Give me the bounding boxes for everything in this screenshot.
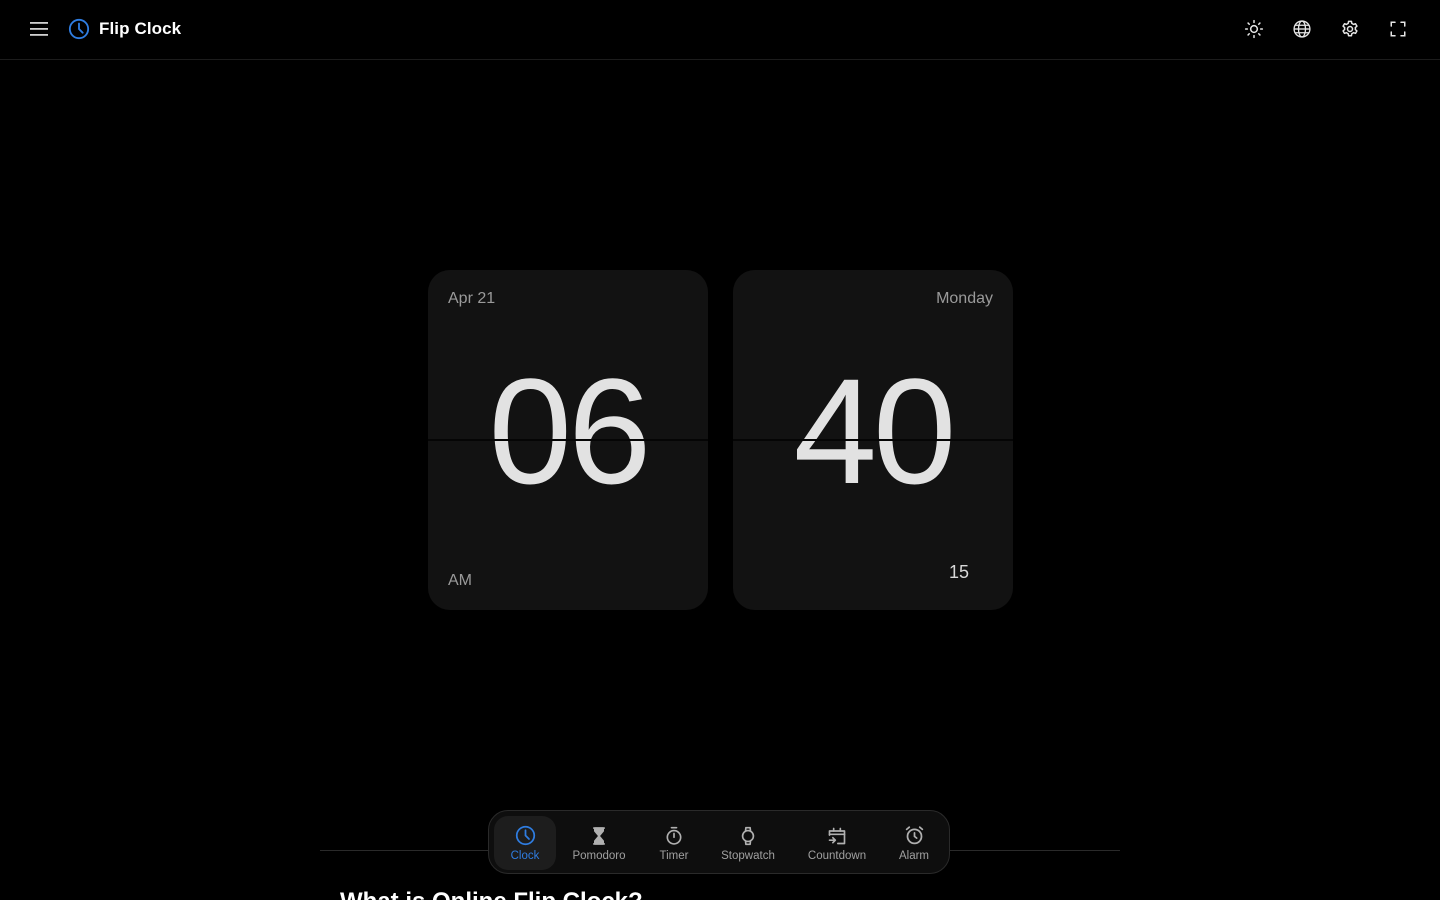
globe-icon [1293,20,1311,38]
fullscreen-icon [1390,21,1406,37]
dock-item-stopwatch[interactable]: Stopwatch [716,816,780,870]
dock-item-clock[interactable]: Clock [494,816,556,870]
gear-icon [1342,20,1358,37]
timer-icon [666,826,682,845]
top-bar: Flip Clock [0,0,1440,60]
dock-item-countdown[interactable]: Countdown [800,816,874,870]
dock-item-label: Alarm [898,849,930,862]
flip-clock-page: Flip Clock Apr 21 06 AM Monday 40 15 Clo… [0,0,1440,900]
flip-split-line [733,439,1013,441]
brand[interactable]: Flip Clock [68,17,181,41]
dock-item-label: Stopwatch [721,849,775,862]
stopwatch-icon [741,826,755,845]
seconds-label: 15 [949,562,970,582]
theme-toggle-button[interactable] [1239,14,1269,44]
header-actions [1239,14,1413,44]
clock-icon [68,18,90,40]
minutes-digits: 40 [793,347,957,515]
meridiem-label: AM [448,572,472,589]
dock-item-label: Timer [659,849,689,862]
dock-item-pomodoro[interactable]: Pomodoro [566,816,632,870]
dock-item-label: Pomodoro [572,849,626,862]
dock-item-timer[interactable]: Timer [644,816,704,870]
hourglass-icon [593,826,605,845]
dock-item-label: Countdown [807,849,867,862]
flip-split-line [428,439,708,441]
weekday-label: Monday [936,290,993,307]
dock-item-alarm[interactable]: Alarm [889,816,939,870]
calendar-arrow-icon [828,827,846,844]
date-label: Apr 21 [448,290,496,307]
mode-dock: Clock Pomodoro Timer Stopwatch Countdown… [488,810,950,874]
language-button[interactable] [1287,14,1317,44]
sun-icon [1244,19,1264,39]
menu-button[interactable] [24,14,54,44]
settings-button[interactable] [1335,14,1365,44]
article-heading: What is Online Flip Clock? [340,888,643,900]
clock-icon [515,825,535,846]
hours-card: Apr 21 06 AM [428,270,708,610]
minutes-card: Monday 40 15 [733,270,1013,610]
hours-digits: 06 [488,347,652,515]
app-title: Flip Clock [99,19,182,38]
dock-item-label: Clock [510,849,540,862]
fullscreen-button[interactable] [1383,14,1413,44]
menu-icon [30,22,48,36]
alarm-icon [905,826,923,845]
